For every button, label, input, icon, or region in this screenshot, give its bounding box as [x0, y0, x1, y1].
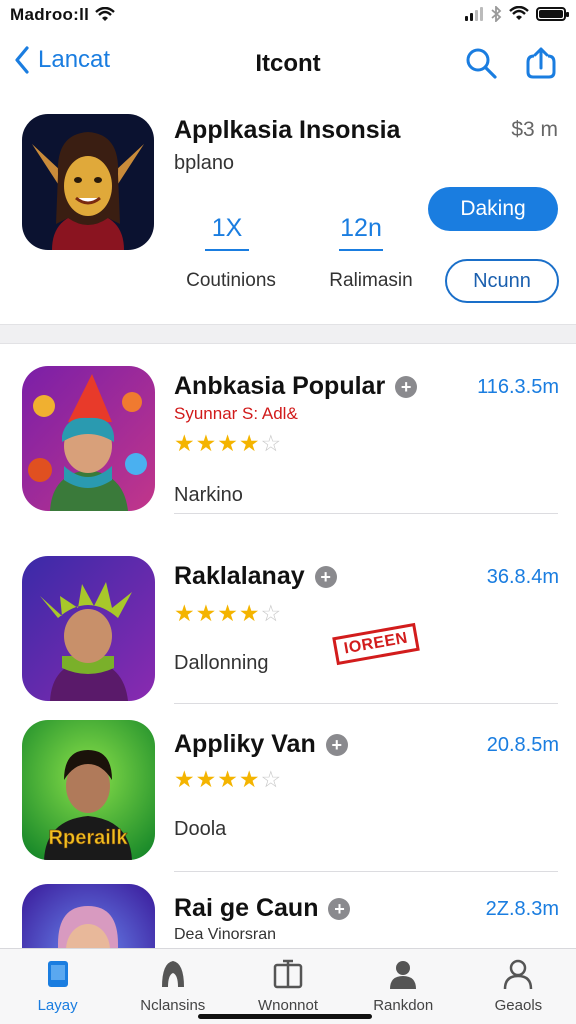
briefcase-icon: [273, 959, 303, 989]
featured-app-subtitle: bplano: [174, 152, 235, 174]
carrier-text: Madroo:ll: [10, 5, 90, 24]
signal-icon: [465, 7, 483, 21]
search-icon[interactable]: [464, 46, 498, 80]
app-title: Raklalanay +: [174, 562, 337, 591]
list-item[interactable]: Raklalanay + 36.8.4m ★★★★☆ Dallonning IO…: [0, 536, 576, 704]
tab-label: Rankdon: [373, 997, 434, 1014]
stat-1-label: Coutinions: [186, 270, 276, 291]
app-name: Rai ge Caun: [174, 894, 319, 922]
app-title: Appliky Van +: [174, 730, 348, 759]
star-icon: ☆: [260, 430, 283, 456]
app-icon: Rperailk: [22, 720, 155, 860]
tab-label: Nclansins: [140, 997, 206, 1014]
secondary-button[interactable]: Ncunn: [445, 259, 559, 303]
add-icon[interactable]: +: [314, 565, 337, 588]
app-title: Anbkasia Popular +: [174, 372, 418, 401]
share-icon[interactable]: [524, 46, 558, 80]
tab-label: Layay: [37, 997, 78, 1014]
wifi-status-icon: [509, 6, 529, 20]
person-icon: [390, 961, 417, 989]
app-developer: Syunnar S: Adl&: [174, 404, 298, 423]
stat-2-bar: [339, 249, 383, 251]
tab-wnonnot[interactable]: Wnonnot: [230, 949, 345, 1024]
featured-app-icon[interactable]: [22, 114, 154, 250]
star-icon: ★: [174, 600, 196, 626]
section-separator: [0, 324, 576, 344]
app-price: 36.8.4m: [486, 566, 559, 588]
star-icon: ☆: [260, 766, 283, 792]
list-item[interactable]: Rperailk Appliky Van + 20.8.5m ★★★★☆ Doo…: [0, 704, 576, 872]
status-bar: Madroo:ll: [0, 0, 576, 30]
add-icon[interactable]: +: [395, 375, 418, 398]
bluetooth-icon: [491, 6, 502, 22]
icon-caption: Rperailk: [49, 827, 129, 849]
app-price: 20.8.5m: [486, 734, 559, 756]
add-icon[interactable]: +: [325, 733, 348, 756]
app-category: Dallonning: [174, 652, 269, 674]
tab-nclansins[interactable]: Nclansins: [115, 949, 230, 1024]
stat-1-value: 1X: [211, 214, 243, 242]
app-name: Anbkasia Popular: [174, 372, 386, 400]
stat-2-label-wrap: Ralimasin: [312, 270, 430, 292]
star-icon: ☆: [260, 600, 283, 626]
tab-bar: Layay Nclansins Wnonnot Rankdon Geaols: [0, 948, 576, 1024]
add-icon[interactable]: +: [328, 897, 351, 920]
star-rating: ★★★★☆: [174, 430, 282, 457]
featured-app: Applkasia Insonsia bplano $3 m 1X Coutin…: [0, 100, 576, 322]
app-category: Narkino: [174, 484, 243, 506]
battery-icon: [536, 7, 569, 21]
app-icon: [22, 884, 155, 948]
star-icon: ★: [195, 766, 218, 792]
tab-rankdon[interactable]: Rankdon: [346, 949, 461, 1024]
star-icon: ★: [174, 430, 196, 456]
star-icon: ★: [238, 600, 261, 626]
tab-label: Wnonnot: [257, 997, 319, 1014]
app-category: Doola: [174, 818, 227, 840]
stat-2-value: 12n: [340, 214, 382, 242]
app-icon: [22, 366, 155, 511]
app-category: Dea Vinorsran: [174, 926, 276, 943]
tab-layay[interactable]: Layay: [0, 949, 115, 1024]
wifi-icon: [95, 7, 115, 21]
star-icon: ★: [174, 766, 196, 792]
star-icon: ★: [195, 430, 218, 456]
status-icons: [465, 6, 569, 22]
carrier-area: Madroo:ll: [10, 5, 115, 25]
stat-2-label: Ralimasin: [329, 270, 413, 291]
tab-label: Geaols: [494, 997, 543, 1014]
person-outline-icon: [504, 959, 533, 990]
star-rating: ★★★★☆: [174, 600, 282, 627]
list-item[interactable]: Rai ge Caun + 2Z.8.3m Dea Vinorsran: [0, 868, 576, 948]
phone-icon: [47, 961, 68, 987]
app-name: Raklalanay: [174, 562, 305, 590]
row-divider: [174, 513, 558, 514]
star-icon: ★: [238, 766, 261, 792]
app-name: Appliky Van: [174, 730, 316, 758]
get-button[interactable]: Daking: [428, 187, 558, 231]
home-indicator[interactable]: [198, 1014, 372, 1019]
star-icon: ★: [217, 600, 239, 626]
star-icon: ★: [238, 430, 261, 456]
star-icon: ★: [217, 766, 239, 792]
nav-bar: Lancat Itcont: [0, 36, 576, 92]
stat-1: 1X: [196, 214, 258, 251]
app-price: 116.3.5m: [477, 376, 559, 398]
stat-1-label-wrap: Coutinions: [172, 270, 290, 292]
featured-app-name: Applkasia Insonsia: [174, 116, 401, 144]
stat-2: 12n: [330, 214, 392, 251]
app-title: Rai ge Caun +: [174, 894, 351, 923]
star-rating: ★★★★☆: [174, 766, 282, 793]
featured-app-price: $3 m: [511, 118, 558, 141]
app-icon: [22, 556, 155, 701]
star-icon: ★: [217, 430, 239, 456]
list-item[interactable]: Anbkasia Popular + 116.3.5m Syunnar S: A…: [0, 346, 576, 514]
tab-geaols[interactable]: Geaols: [461, 949, 576, 1024]
stat-1-bar: [205, 249, 249, 251]
app-price: 2Z.8.3m: [485, 898, 559, 920]
promo-stamp: IOREEN: [332, 622, 420, 666]
rocket-icon: [161, 961, 184, 987]
star-icon: ★: [195, 600, 218, 626]
